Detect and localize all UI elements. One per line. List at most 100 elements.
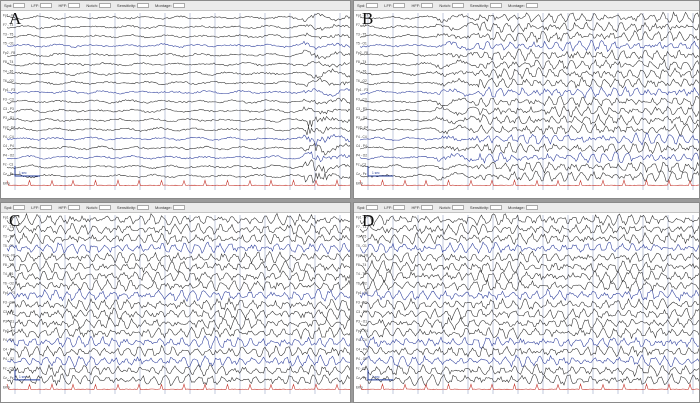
channel-label: C3 - P3 <box>356 107 367 111</box>
calibration-label: 1 sec <box>19 375 27 379</box>
eeg-channel-trace <box>359 11 699 24</box>
channel-label: Fz - Cz <box>3 366 14 370</box>
channel-label: T4 - T6 <box>3 272 13 276</box>
channel-label: T3 - T5 <box>3 32 13 36</box>
channel-label: P3 - O1 <box>356 319 367 323</box>
channel-label: F8 - T4 <box>3 60 13 64</box>
channel-label: Fp1 - F3 <box>3 88 15 92</box>
calibration-label: 1 sec <box>372 171 380 175</box>
channel-label: Fp1 - F3 <box>356 88 368 92</box>
eeg-channel-trace <box>359 113 699 126</box>
eeg-channel-trace <box>6 142 350 156</box>
eeg-channel-trace <box>359 105 699 118</box>
channel-label: P4 - O2 <box>356 357 367 361</box>
channel-label: F4 - C4 <box>3 338 14 342</box>
eeg-channel-trace <box>359 278 699 293</box>
eeg-channel-trace <box>359 354 699 368</box>
channel-label: Fp2 - F4 <box>3 329 15 333</box>
channel-label: T5 - O1 <box>3 244 14 248</box>
eeg-channel-trace <box>6 115 350 128</box>
channel-label: C4 - P4 <box>3 144 14 148</box>
eeg-channel-trace <box>6 172 350 184</box>
channel-label: F4 - C4 <box>3 135 14 139</box>
channel-label: T6 - O2 <box>356 282 367 286</box>
channel-label: Fp2 - F4 <box>356 329 368 333</box>
channel-label: P4 - O2 <box>356 153 367 157</box>
channel-label: P4 - O2 <box>3 153 14 157</box>
channel-label: C4 - P4 <box>356 348 367 352</box>
panel-label: A <box>9 9 22 28</box>
eeg-channel-trace <box>359 326 699 340</box>
eeg-channel-trace <box>6 373 350 387</box>
eeg-channel-trace <box>6 297 350 312</box>
channel-label: Fp2 - F8 <box>356 51 368 55</box>
channel-label: C4 - P4 <box>3 348 14 352</box>
eeg-channel-trace <box>6 316 350 331</box>
panel-label: D <box>362 211 375 230</box>
eeg-panel-a: Spd: LFF: HFF: Notch: Sensitivity: Montage: Fp… <box>0 0 351 199</box>
eeg-channel-trace <box>6 32 350 40</box>
channel-label: C3 - P3 <box>3 107 14 111</box>
channel-label: P3 - O1 <box>356 116 367 120</box>
eeg-channel-trace <box>6 13 350 22</box>
eeg-channel-trace <box>359 76 699 89</box>
eeg-traces: Fp1 - F7F7 - T3T3 - T5T5 - O1Fp2 - F8F8 … <box>3 212 350 394</box>
eeg-channel-trace <box>6 241 350 255</box>
eeg-channel-trace <box>359 363 699 378</box>
channel-label: F3 - C3 <box>3 98 14 102</box>
eeg-channel-trace <box>6 307 350 321</box>
channel-label: Fp2 - F4 <box>356 125 368 129</box>
channel-label: T5 - O1 <box>356 42 367 46</box>
channel-label: F3 - C3 <box>356 98 367 102</box>
eeg-channel-trace <box>6 88 350 97</box>
eeg-channel-trace <box>6 232 350 246</box>
eeg-channel-trace <box>359 222 699 236</box>
channel-label: F4 - C4 <box>356 338 367 342</box>
channel-label: T3 - T5 <box>3 235 13 239</box>
channel-label: P3 - O1 <box>3 116 14 120</box>
channel-label: Fp1 - F3 <box>356 291 368 295</box>
eeg-channel-trace <box>6 133 350 147</box>
channel-label: EKG <box>356 385 363 389</box>
channel-label: Fp1 - F3 <box>3 291 15 295</box>
eeg-channel-trace <box>6 60 350 68</box>
eeg-channel-trace <box>359 213 699 227</box>
channel-label: F3 - C3 <box>3 301 14 305</box>
eeg-channel-trace <box>6 326 350 340</box>
eeg-channel-trace <box>359 30 699 44</box>
eeg-channel-trace <box>359 250 699 265</box>
channel-label: F8 - T4 <box>356 60 366 64</box>
channel-label: Fz - Cz <box>356 163 367 167</box>
calibration-label: 1 sec <box>19 171 27 175</box>
eeg-panel-b: Spd: LFF: HFF: Notch: Sensitivity: Montage: Fp… <box>353 0 700 199</box>
eeg-channel-trace <box>359 259 699 274</box>
channel-label: T3 - T5 <box>356 32 366 36</box>
eeg-channel-trace <box>6 151 350 163</box>
channel-label: Fp2 - F8 <box>3 253 15 257</box>
eeg-channel-trace <box>6 288 350 302</box>
eeg-channel-trace <box>6 49 350 60</box>
channel-label: T6 - O2 <box>3 79 14 83</box>
eeg-channel-trace <box>359 132 699 146</box>
ekg-trace <box>359 179 699 186</box>
channel-label: P3 - O1 <box>3 319 14 323</box>
channel-label: EKG <box>3 385 10 389</box>
eeg-channel-trace <box>6 68 350 79</box>
channel-label: F8 - T4 <box>356 263 366 267</box>
panel-label: C <box>9 211 21 230</box>
eeg-channel-trace <box>6 259 350 274</box>
eeg-traces: Fp1 - F7F7 - T3T3 - T5T5 - O1Fp2 - F8F8 … <box>3 13 350 190</box>
calibration-label: 1 sec <box>372 375 380 379</box>
channel-label: C3 - P3 <box>356 310 367 314</box>
channel-label: Fz - Cz <box>356 366 367 370</box>
eeg-channel-trace <box>359 372 699 387</box>
channel-label: T5 - O1 <box>3 42 14 46</box>
channel-label: Cz - Pz <box>356 376 367 380</box>
eeg-channel-trace <box>359 48 699 62</box>
eeg-channel-trace <box>359 297 699 311</box>
channel-label: C3 - P3 <box>3 310 14 314</box>
eeg-channel-trace <box>6 159 350 173</box>
eeg-channel-trace <box>359 141 699 155</box>
eeg-channel-trace <box>6 250 350 264</box>
eeg-channel-trace <box>360 345 699 358</box>
